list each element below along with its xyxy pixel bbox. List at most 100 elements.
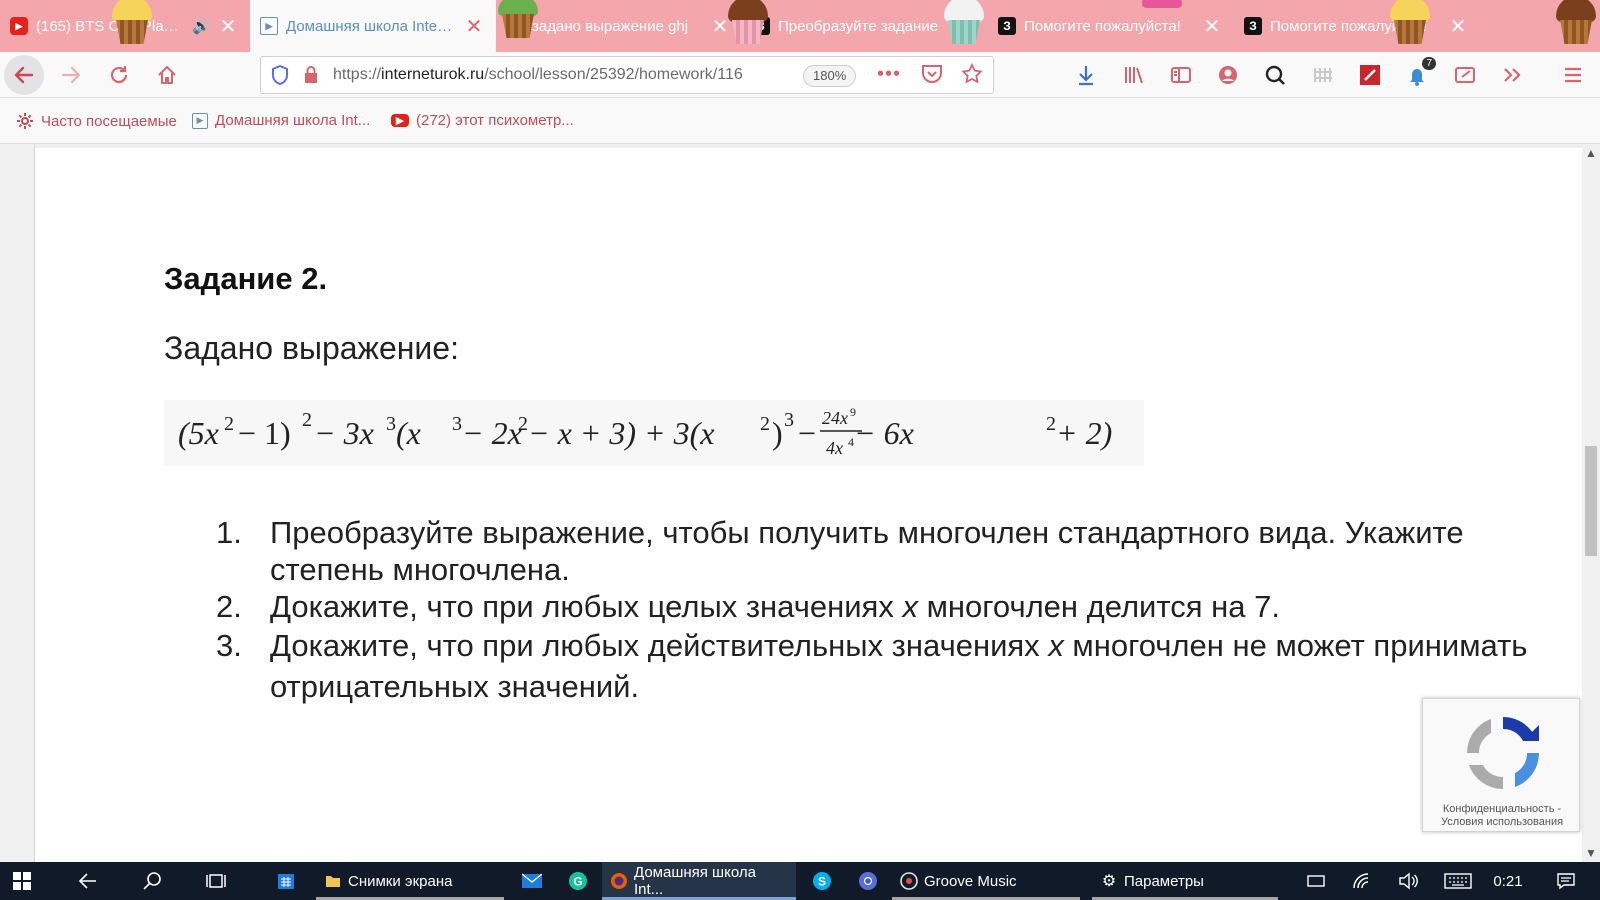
screenshot-extension-icon[interactable] [1452, 63, 1478, 87]
search-extension-icon[interactable] [1262, 63, 1288, 87]
formula-term: − 1) [238, 415, 291, 451]
taskbar-app-groove-music[interactable]: Groove Music [892, 862, 1080, 900]
hamburger-menu-icon[interactable] [1560, 63, 1586, 87]
tab-strip: ▶ (165) BTS Chill Playlist 🔊 ✕ ▶ Домашня… [0, 0, 1600, 52]
bookmark-label: Домашняя школа Int... [215, 112, 371, 129]
formula-term: − 3x [314, 415, 374, 451]
clock[interactable]: 0:21 [1484, 862, 1532, 900]
more-tools-icon[interactable] [1499, 63, 1525, 87]
taskbar-app-label: Параметры [1124, 872, 1204, 890]
close-tab-icon[interactable]: ✕ [462, 14, 486, 39]
formula-exponent: 3 [452, 413, 462, 435]
grammarly-icon: G [569, 872, 587, 890]
mail-icon [521, 873, 543, 888]
taskbar-app-settings[interactable]: ⚙ Параметры [1092, 862, 1278, 900]
svg-text:G: G [573, 875, 582, 889]
recaptcha-links[interactable]: Конфиденциальность - Условия использован… [1423, 803, 1581, 829]
taskbar-app-firefox[interactable]: Домашняя школа Int... [602, 862, 796, 900]
task-view-icon [206, 874, 226, 888]
reload-icon [110, 66, 128, 84]
folder-icon [324, 872, 342, 890]
search-button[interactable] [130, 862, 174, 900]
home-button[interactable] [148, 56, 186, 94]
speaker-icon[interactable]: 🔊 [192, 17, 211, 35]
forward-button[interactable] [52, 56, 90, 94]
page-divider [34, 144, 35, 862]
bookmarks-toolbar: Часто посещаемые ▶ Домашняя школа Int...… [0, 98, 1600, 144]
grammarly-app-button[interactable]: G [556, 862, 600, 900]
scroll-up-arrow-icon[interactable]: ▲ [1582, 144, 1600, 162]
keyboard-icon[interactable] [1438, 862, 1478, 900]
volume-icon[interactable] [1392, 862, 1424, 900]
recaptcha-badge[interactable]: Конфиденциальность - Условия использован… [1422, 698, 1580, 832]
page-actions-icon[interactable]: ••• [877, 63, 901, 86]
navigation-toolbar: https://interneturok.ru/school/lesson/25… [0, 52, 1600, 98]
formula-term: ) [772, 415, 783, 451]
grid-extension-icon[interactable] [1310, 63, 1336, 87]
taskbar-app-screenshots-folder[interactable]: Снимки экрана [316, 862, 504, 900]
cupcake-decoration [1138, 0, 1186, 48]
notification-extension-icon[interactable]: 7 [1404, 57, 1436, 87]
arrow-left-icon [78, 873, 96, 889]
start-button[interactable] [0, 862, 44, 900]
interneturok-icon: ▶ [260, 17, 278, 35]
back-button[interactable] [4, 55, 44, 95]
chrome-app-button[interactable] [846, 862, 890, 900]
variable-x: x [902, 589, 918, 624]
sidebar-icon[interactable] [1168, 63, 1194, 87]
formula-term: − [798, 415, 816, 451]
account-icon[interactable] [1215, 63, 1241, 87]
skype-app-button[interactable]: S [800, 862, 844, 900]
star-bookmark-icon[interactable] [961, 62, 983, 90]
recaptcha-terms-link[interactable]: Условия использования [1423, 816, 1581, 829]
bookmark-youtube[interactable]: ▶ (272) этот психометр... [391, 112, 574, 129]
task-item: 2. Докажите, что при любых целых значени… [210, 588, 1550, 625]
bookmark-interneturok[interactable]: ▶ Домашняя школа Int... [192, 112, 370, 129]
calendar-icon [278, 874, 294, 889]
taskbar-back-button[interactable] [66, 862, 110, 900]
bookmark-most-visited[interactable]: Часто посещаемые [16, 112, 177, 130]
taskbar-app-label: Groove Music [924, 872, 1017, 890]
reload-button[interactable] [100, 56, 138, 94]
library-icon[interactable] [1121, 63, 1147, 87]
recaptcha-privacy-link[interactable]: Конфиденциальность - [1423, 803, 1581, 816]
color-picker-extension-icon[interactable] [1357, 63, 1383, 87]
given-expression-label: Задано выражение: [164, 330, 459, 366]
scroll-down-arrow-icon[interactable]: ▼ [1582, 844, 1600, 862]
lock-icon[interactable] [303, 65, 319, 90]
tab-znanija-2[interactable]: З Помогите пожалуйста! ✕ [988, 0, 1234, 52]
vertical-scrollbar[interactable]: ▲ ▼ [1582, 144, 1600, 862]
calendar-app-button[interactable] [264, 862, 308, 900]
pocket-icon[interactable] [921, 64, 943, 89]
zoom-level-button[interactable]: 180% [803, 65, 857, 87]
fraction-part: 4 [848, 435, 854, 449]
wifi-icon[interactable] [1346, 862, 1378, 900]
close-tab-icon[interactable]: ✕ [1446, 14, 1470, 39]
url-text[interactable]: https://interneturok.ru/school/lesson/25… [333, 66, 769, 84]
bookmark-label: (272) этот психометр... [416, 112, 574, 129]
bookmark-label: Часто посещаемые [41, 112, 177, 130]
variable-x: x [1048, 628, 1064, 663]
close-tab-icon[interactable]: ✕ [1200, 14, 1224, 39]
scrollbar-thumb[interactable] [1585, 446, 1597, 556]
url-host: interneturok.ru [381, 66, 485, 83]
settings-icon: ⚙ [1101, 873, 1117, 890]
tab-znanija-3[interactable]: З Помогите пожалуйста! ✕ [1234, 0, 1480, 52]
cupcake-decoration [724, 0, 772, 48]
mail-app-button[interactable] [510, 862, 554, 900]
url-scheme: https:// [333, 66, 382, 83]
math-expression: (5x 2 − 1) 2 − 3x 3 (x 3 − 2x 2 − x + 3) + 3(… [164, 400, 1144, 466]
action-center-icon[interactable] [1544, 862, 1588, 900]
address-bar[interactable]: https://interneturok.ru/school/lesson/25… [260, 56, 994, 94]
formula-term: (5x [178, 415, 219, 451]
download-icon[interactable] [1073, 63, 1099, 87]
tablet-mode-icon[interactable] [1300, 862, 1332, 900]
shield-icon[interactable] [271, 64, 289, 90]
tab-interneturok[interactable]: ▶ Домашняя школа InternetUrok ✕ [250, 0, 496, 52]
close-tab-icon[interactable]: ✕ [216, 14, 240, 39]
task-view-button[interactable] [194, 862, 238, 900]
cupcake-decoration [494, 0, 542, 48]
windows-taskbar: Снимки экрана G Домашняя школа Int... S … [0, 862, 1600, 900]
formula-exponent: 3 [784, 409, 794, 431]
task-number: 1. [216, 515, 242, 550]
